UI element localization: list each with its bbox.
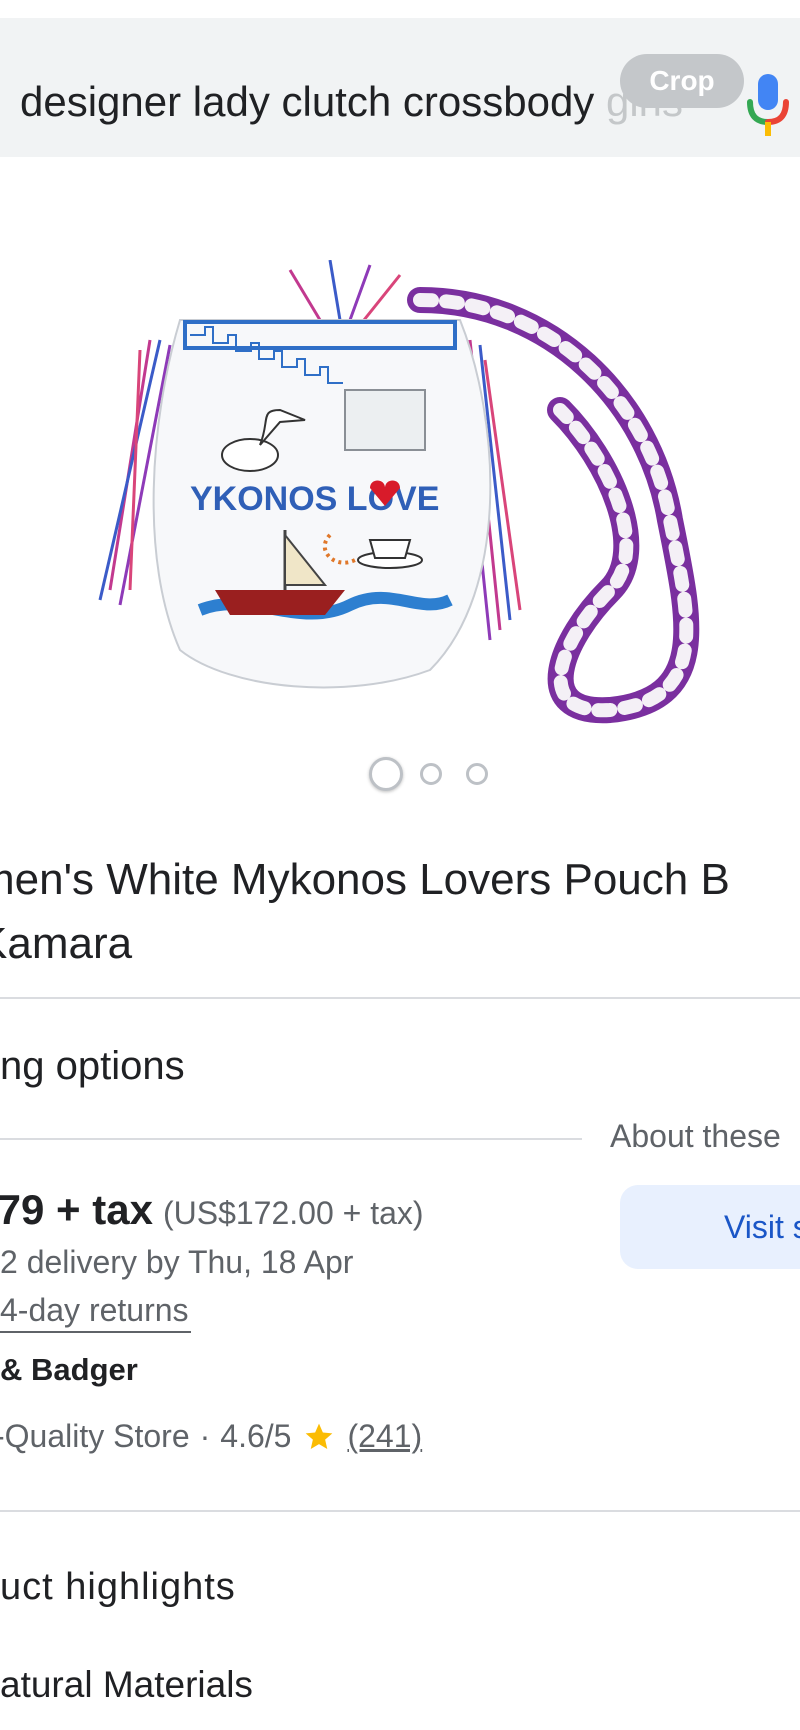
- product-title: men's White Mykonos Lovers Pouch B Kamar…: [0, 848, 730, 976]
- returns-link[interactable]: 4-day returns: [0, 1292, 191, 1333]
- embroidery-text: YKONOS LOVE: [190, 480, 439, 518]
- star-icon: [306, 1423, 333, 1449]
- carousel-indicator: [0, 757, 800, 797]
- separator: ·: [199, 1418, 211, 1454]
- divider: [0, 1138, 582, 1140]
- rating-value: 4.6/5: [220, 1418, 292, 1454]
- price-converted: (US$172.00 + tax): [162, 1195, 424, 1231]
- store-type: -Quality Store: [0, 1418, 190, 1454]
- carousel-dot-active[interactable]: [369, 757, 403, 791]
- search-input[interactable]: designer lady clutch crossbody girls: [20, 78, 683, 126]
- shopping-options-heading: ng options: [0, 1044, 185, 1088]
- product-title-line1: men's White Mykonos Lovers Pouch B: [0, 855, 730, 904]
- visit-site-button[interactable]: Visit s: [620, 1185, 800, 1269]
- divider: [0, 997, 800, 999]
- product-image[interactable]: YKONOS LOVE: [90, 260, 770, 740]
- about-these-results-link[interactable]: About these: [610, 1118, 781, 1155]
- search-query: designer lady clutch crossbody: [20, 78, 606, 125]
- divider: [0, 1510, 800, 1512]
- store-rating: -Quality Store · 4.6/5 (241): [0, 1418, 422, 1455]
- delivery-info: 2 delivery by Thu, 18 Apr: [0, 1244, 354, 1280]
- seller-name[interactable]: & Badger: [0, 1352, 138, 1388]
- crop-button[interactable]: Crop: [620, 54, 744, 108]
- carousel-dot[interactable]: [420, 763, 442, 785]
- microphone-icon[interactable]: [746, 72, 790, 138]
- offer-price: .79 + tax (US$172.00 + tax): [0, 1186, 424, 1234]
- highlight-item: atural Materials: [0, 1664, 253, 1705]
- search-bar[interactable]: designer lady clutch crossbody girls Cro…: [0, 18, 800, 157]
- product-title-line2: Kamara: [0, 919, 133, 968]
- carousel-dot[interactable]: [466, 763, 488, 785]
- review-count-link[interactable]: (241): [347, 1418, 422, 1455]
- product-highlights-heading: uct highlights: [0, 1566, 236, 1608]
- price-main: .79 + tax: [0, 1186, 153, 1233]
